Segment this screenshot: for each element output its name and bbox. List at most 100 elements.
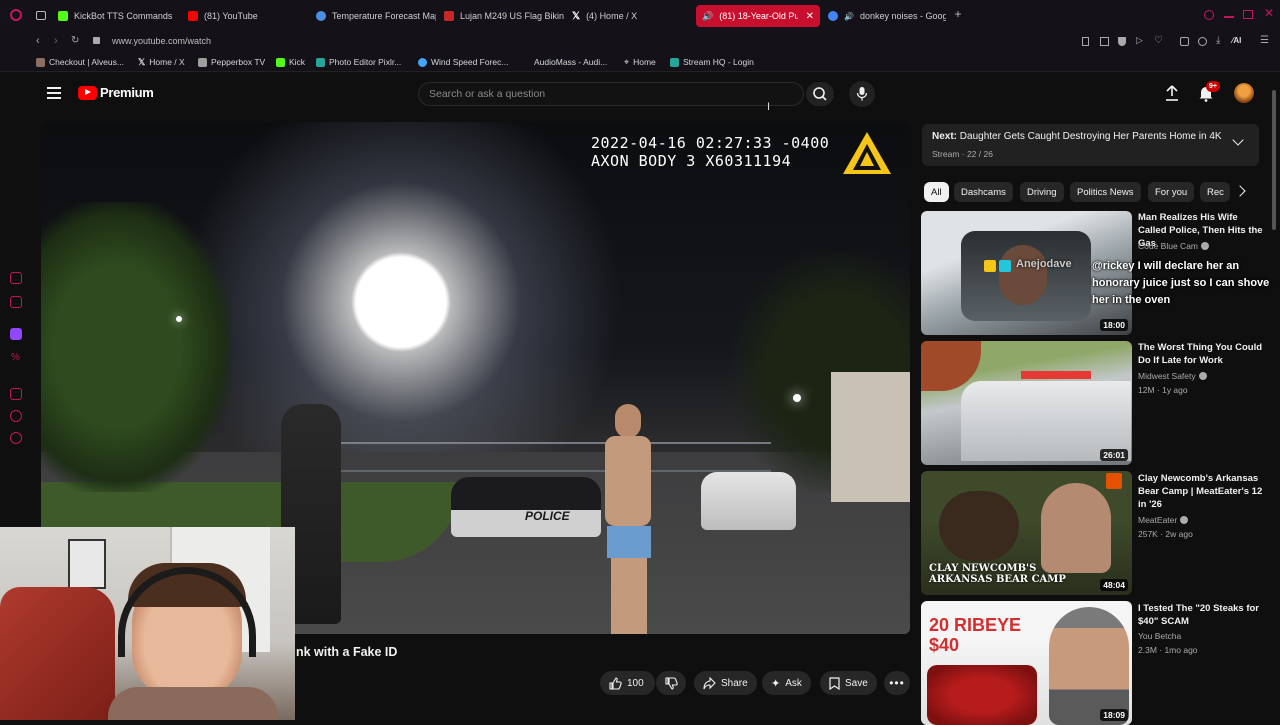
tab-temperature[interactable]: Temperature Forecast Map	[316, 5, 436, 27]
search-input[interactable]: Search or ask a question	[418, 82, 804, 106]
sidebar-scrollbar[interactable]	[1272, 90, 1276, 230]
rec-channel[interactable]: Code Blue Cam	[1138, 241, 1210, 251]
minimize-window-icon[interactable]	[1224, 16, 1234, 18]
voice-search-button[interactable]	[849, 81, 875, 107]
video-title: nk with a Fake ID	[296, 645, 398, 659]
youtube-logo[interactable]: Premium	[78, 85, 154, 100]
chip-label: For you	[1155, 186, 1188, 198]
bookmark-x-home[interactable]: 𝕏 Home / X	[138, 56, 185, 68]
expand-chevron-icon[interactable]	[1232, 134, 1244, 146]
browser-menu-icon[interactable]: ☰	[1260, 35, 1269, 46]
bookmark-alveus[interactable]: Checkout | Alveus...	[36, 56, 124, 68]
up-next-card[interactable]: Next: Daughter Gets Caught Destroying He…	[922, 124, 1259, 166]
bookmark-audiomass[interactable]: AudioMass - Audi...	[534, 56, 607, 68]
ai-assistant-icon[interactable]: ⁄AI	[1232, 36, 1241, 45]
tab-youtube[interactable]: (81) YouTube	[188, 5, 308, 27]
bookmark-pepperbox[interactable]: Pepperbox TV	[198, 56, 265, 68]
rec-channel[interactable]: MeatEater	[1138, 515, 1189, 525]
ask-label: Ask	[785, 677, 802, 689]
channel-name: Midwest Safety	[1138, 371, 1196, 381]
new-tab-button[interactable]: +	[952, 8, 964, 20]
chip-for-you[interactable]: For you	[1148, 182, 1195, 202]
extensions-icon[interactable]	[1180, 37, 1189, 46]
clock-icon[interactable]	[10, 410, 22, 422]
chip-label: Dashcams	[961, 186, 1006, 198]
maximize-window-icon[interactable]	[1243, 10, 1253, 19]
search-button[interactable]	[806, 82, 834, 106]
bookmark-wind-speed[interactable]: Wind Speed Forec...	[418, 56, 508, 68]
rec-thumbnail[interactable]: 26:01	[921, 341, 1132, 465]
wallet-icon[interactable]	[10, 296, 22, 308]
forward-icon[interactable]: ›	[54, 35, 58, 47]
play-icon[interactable]: ▷	[1136, 35, 1143, 46]
share-button[interactable]: Share	[694, 671, 757, 695]
rec-channel[interactable]: Midwest Safety	[1138, 371, 1207, 381]
screenshot-icon[interactable]	[1100, 37, 1109, 46]
chip-driving[interactable]: Driving	[1020, 182, 1064, 202]
notifications-button[interactable]: 9+	[1198, 81, 1220, 102]
bookmark-stream-hq[interactable]: Stream HQ - Login	[670, 56, 754, 68]
bookmarks-bar: Checkout | Alveus... 𝕏 Home / X Pepperbox…	[0, 52, 1280, 72]
video-street-light	[176, 316, 182, 322]
chip-label: Politics News	[1077, 186, 1134, 198]
rec-title[interactable]: The Worst Thing You Could Do If Late for…	[1138, 341, 1266, 367]
back-icon[interactable]: ‹	[36, 35, 40, 47]
like-button[interactable]: 100	[600, 671, 655, 695]
save-button[interactable]: Save	[820, 671, 877, 695]
tab-google[interactable]: 🔊 donkey noises - Google	[828, 5, 946, 27]
chips-next-icon[interactable]	[1234, 185, 1246, 197]
avatar[interactable]	[1234, 83, 1254, 103]
percent-icon[interactable]: %	[11, 352, 20, 363]
chip-dashcams[interactable]: Dashcams	[954, 182, 1013, 202]
bodycam-device-id: AXON BODY 3 X60311194	[591, 152, 792, 170]
reload-icon[interactable]: ↻	[71, 35, 79, 46]
bookmark-page-icon[interactable]	[1082, 37, 1089, 46]
video-duration: 18:00	[1100, 319, 1128, 331]
rec-thumbnail[interactable]: CLAY NEWCOMB'S ARKANSAS BEAR CAMP 48:04	[921, 471, 1132, 595]
chip-all[interactable]: All	[924, 182, 949, 202]
history-icon[interactable]	[10, 272, 22, 284]
paw-icon	[36, 57, 45, 67]
rec-title[interactable]: Clay Newcomb's Arkansas Bear Camp | Meat…	[1138, 472, 1266, 511]
chip-politics-news[interactable]: Politics News	[1070, 182, 1141, 202]
twitch-icon[interactable]	[10, 328, 22, 340]
settings-gear-icon[interactable]	[10, 432, 22, 444]
store-favicon-icon	[444, 11, 454, 21]
tab-overview-icon[interactable]	[36, 11, 46, 20]
youtube-play-logo-icon	[78, 85, 97, 100]
channel-name: MeatEater	[1138, 515, 1178, 525]
rec-title[interactable]: I Tested The "20 Steaks for $40" SCAM	[1138, 602, 1266, 628]
tab-x-home[interactable]: 𝕏 (4) Home / X	[572, 5, 687, 27]
more-actions-button[interactable]: •••	[884, 671, 910, 695]
guide-menu-icon[interactable]	[47, 87, 61, 99]
thumb-hunter	[1041, 483, 1111, 573]
police-car-label: POLICE	[525, 509, 570, 523]
ask-button[interactable]: ✦ Ask	[762, 671, 811, 695]
chip-recent[interactable]: Rec	[1200, 182, 1230, 202]
tab-kickbot[interactable]: KickBot TTS Commands	[58, 5, 183, 27]
bookmark-home[interactable]: ⌖ Home	[624, 56, 656, 68]
url-field[interactable]: www.youtube.com/watch	[112, 36, 211, 46]
rec-meta: 257K · 2w ago	[1138, 529, 1193, 539]
save-label: Save	[845, 677, 868, 689]
browser-menu-icon[interactable]	[10, 9, 22, 21]
logo-text: Premium	[100, 85, 154, 100]
rec-thumbnail[interactable]: 20 RIBEYE $40 18:09	[921, 601, 1132, 725]
tab-lujan[interactable]: Lujan M249 US Flag Bikini	[444, 5, 564, 27]
axon-logo-icon	[843, 132, 891, 174]
downloads-icon[interactable]: ⤓	[1216, 35, 1220, 46]
shield-icon[interactable]	[1118, 37, 1126, 46]
dislike-button[interactable]	[656, 671, 686, 695]
upload-button[interactable]	[1164, 84, 1180, 102]
rec-channel[interactable]: You Betcha	[1138, 631, 1181, 641]
tab-label: (81) 18-Year-Old Pu	[719, 11, 798, 21]
bookmark-pixlr[interactable]: Photo Editor Pixlr...	[316, 56, 401, 68]
search-tabs-icon[interactable]	[1204, 10, 1214, 20]
close-window-icon[interactable]: ✕	[1264, 6, 1274, 20]
tab-active-video[interactable]: 🔊 (81) 18-Year-Old Pu ✕	[696, 5, 820, 27]
account-icon[interactable]	[1198, 37, 1207, 46]
notes-icon[interactable]	[10, 388, 22, 400]
close-tab-icon[interactable]: ✕	[806, 11, 814, 22]
bookmark-kick[interactable]: Kick	[276, 56, 305, 68]
heart-icon[interactable]: ♡	[1154, 35, 1163, 46]
